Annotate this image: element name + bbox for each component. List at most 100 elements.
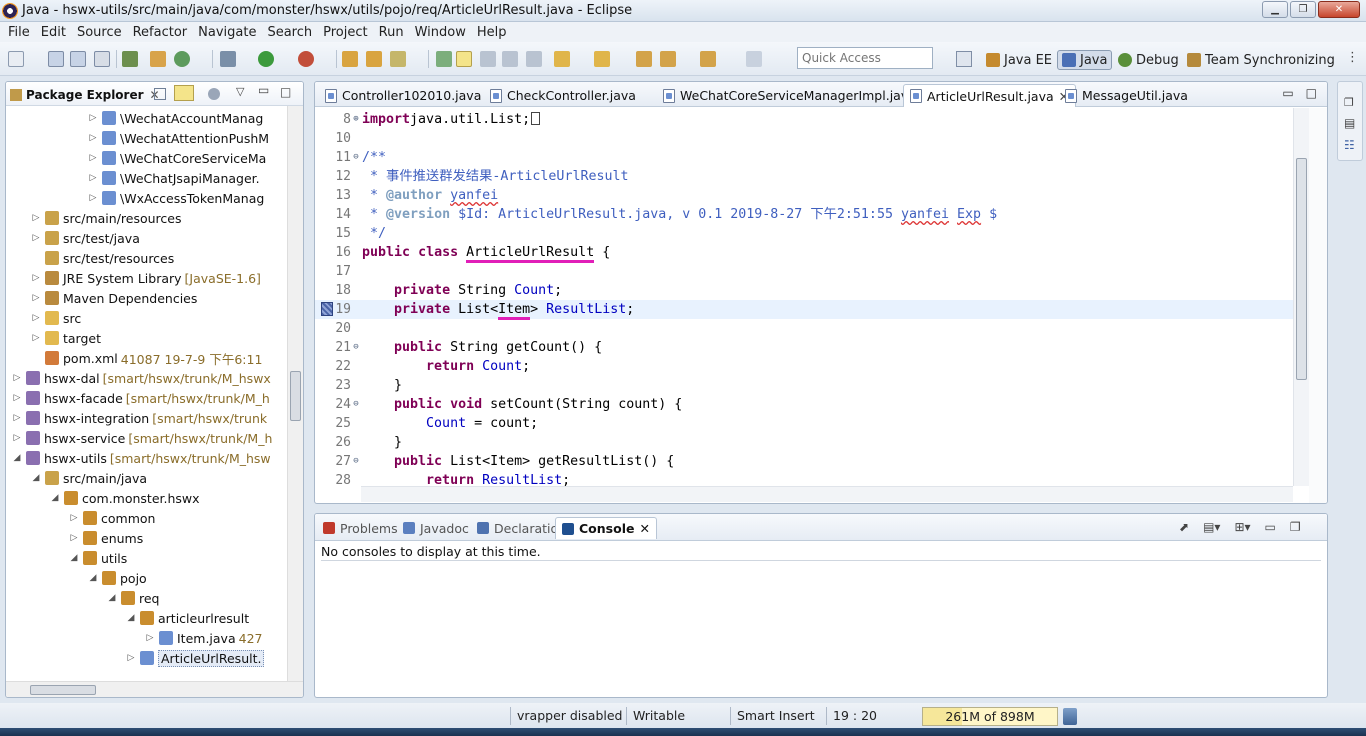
code-line[interactable]: 21 ⊖ public String getCount() { — [315, 338, 1293, 357]
menu-project[interactable]: Project — [319, 25, 374, 40]
tree-item[interactable]: ◢ hswx-utils [smart/hswx/trunk/M_hsw — [11, 448, 271, 468]
menu-refactor[interactable]: Refactor — [129, 25, 195, 40]
run-icon[interactable] — [258, 51, 274, 67]
maximize-button[interactable]: ❐ — [1290, 1, 1316, 18]
tree-toggle-icon[interactable]: ◢ — [11, 453, 23, 463]
tree-item[interactable]: ▷ src/test/java — [30, 228, 140, 248]
tree-item[interactable]: ▷ \WechatAccountManag — [87, 108, 264, 128]
task-list-icon[interactable]: ▤ — [1344, 116, 1355, 130]
save-all-icon[interactable] — [70, 51, 86, 67]
menu-run[interactable]: Run — [375, 25, 411, 40]
package-explorer-vertical-scrollbar[interactable] — [287, 106, 303, 681]
tree-item[interactable]: ▷ Item.java 427 — [144, 628, 263, 648]
toolbar-overflow-icon[interactable]: ⋮ — [1346, 50, 1359, 65]
new-icon[interactable] — [8, 51, 24, 67]
code-line[interactable]: 12 * 事件推送群发结果-ArticleUrlResult — [315, 167, 1293, 186]
tree-toggle-icon[interactable]: ▷ — [11, 373, 23, 383]
tree-item[interactable]: ▷ \WeChatJsapiManager. — [87, 168, 260, 188]
tree-item[interactable]: ▷ hswx-facade [smart/hswx/trunk/M_h — [11, 388, 270, 408]
heap-status[interactable]: 261M of 898M — [922, 707, 1058, 726]
display-console-icon[interactable]: ▤▾ — [1203, 520, 1220, 534]
tree-item[interactable]: ▷ Maven Dependencies — [30, 288, 198, 308]
code-line[interactable]: 20 — [315, 319, 1293, 338]
tree-item[interactable]: ◢ com.monster.hswx — [49, 488, 200, 508]
perspective-java[interactable]: Java — [1057, 50, 1113, 70]
code-line[interactable]: 14 * @version $Id: ArticleUrlResult.java… — [315, 205, 1293, 224]
tree-item[interactable]: ▷ \WeChatCoreServiceMa — [87, 148, 267, 168]
tree-toggle-icon[interactable]: ▷ — [144, 633, 156, 643]
menu-edit[interactable]: Edit — [37, 25, 73, 40]
quick-access-input[interactable] — [797, 47, 933, 69]
tree-item[interactable]: ▷ JRE System Library [JavaSE-1.6] — [30, 268, 261, 288]
save-icon[interactable] — [48, 51, 64, 67]
tree-toggle-icon[interactable]: ◢ — [49, 493, 61, 503]
menu-help[interactable]: Help — [473, 25, 514, 40]
overview-ruler[interactable] — [1309, 108, 1327, 503]
previous-edit-icon[interactable] — [594, 51, 610, 67]
editor-vertical-scrollbar[interactable] — [1293, 108, 1309, 486]
tree-toggle-icon[interactable]: ▷ — [87, 193, 99, 203]
maximize-view-icon[interactable]: ❐ — [1290, 520, 1301, 534]
editor-horizontal-scrollbar[interactable] — [361, 486, 1293, 502]
tree-item[interactable]: ▷ common — [68, 508, 156, 528]
tree-item[interactable]: ▷ hswx-integration [smart/hswx/trunk — [11, 408, 268, 428]
fold-toggle-icon[interactable]: ⊖ — [351, 148, 361, 167]
perspective-java-ee[interactable]: Java EE — [982, 50, 1056, 70]
restore-icon[interactable]: ❐ — [1344, 96, 1354, 109]
code-line[interactable]: 24 ⊖ public void setCount(String count) { — [315, 395, 1293, 414]
forward-icon[interactable] — [700, 51, 716, 67]
scrollbar-thumb[interactable] — [290, 371, 301, 421]
tree-toggle-icon[interactable]: ▷ — [11, 433, 23, 443]
build-icon[interactable] — [122, 51, 138, 67]
tab-console[interactable]: Console ✕ — [555, 517, 657, 539]
tree-toggle-icon[interactable]: ▷ — [30, 333, 42, 343]
tree-toggle-icon[interactable]: ▷ — [11, 393, 23, 403]
code-line[interactable]: 28 return ResultList; — [315, 471, 1293, 486]
open-folder-icon[interactable] — [366, 51, 382, 67]
tree-item[interactable]: ▷ hswx-service [smart/hswx/trunk/M_h — [11, 428, 273, 448]
tree-item[interactable]: pom.xml 41087 19-7-9 下午6:11 — [30, 348, 262, 368]
code-line[interactable]: 26 } — [315, 433, 1293, 452]
open-type-icon[interactable] — [342, 51, 358, 67]
tree-toggle-icon[interactable]: ▷ — [68, 513, 80, 523]
tree-toggle-icon[interactable]: ◢ — [125, 613, 137, 623]
pin-editor-icon[interactable] — [746, 51, 762, 67]
link-with-editor-icon[interactable] — [174, 85, 194, 101]
next-edit-icon[interactable] — [554, 51, 570, 67]
tree-toggle-icon[interactable]: ◢ — [87, 573, 99, 583]
code-line[interactable]: 15 */ — [315, 224, 1293, 243]
new-package-icon[interactable] — [150, 51, 166, 67]
tree-item[interactable]: ◢ utils — [68, 548, 128, 568]
tree-toggle-icon[interactable]: ▷ — [87, 113, 99, 123]
folded-import-icon[interactable] — [531, 112, 541, 125]
tree-item[interactable]: ▷ src/main/resources — [30, 208, 182, 228]
fold-toggle-icon[interactable]: ⊖ — [351, 395, 361, 414]
block-selection-icon[interactable] — [480, 51, 496, 67]
maximize-view-icon[interactable]: □ — [1306, 86, 1317, 100]
word-wrap-icon[interactable] — [526, 51, 542, 67]
tree-toggle-icon[interactable]: ▷ — [125, 653, 137, 663]
scrollbar-thumb[interactable] — [1296, 158, 1307, 380]
scrollbar-thumb[interactable] — [30, 685, 96, 695]
tree-toggle-icon[interactable]: ▷ — [11, 413, 23, 423]
tab-javadoc[interactable]: Javadoc — [397, 517, 475, 539]
fold-toggle-icon[interactable]: ⊖ — [351, 338, 361, 357]
garbage-collect-icon[interactable] — [1063, 708, 1077, 725]
external-tools-icon[interactable] — [298, 51, 314, 67]
menu-source[interactable]: Source — [73, 25, 129, 40]
editor-tab[interactable]: WeChatCoreServiceManagerImpl.java — [657, 84, 922, 107]
tree-item[interactable]: ◢ req — [106, 588, 160, 608]
code-area[interactable]: 8 ⊕ importjava.util.List; 10 11 ⊖/** 12 * 事件推送… — [315, 108, 1293, 486]
tree-toggle-icon[interactable]: ▷ — [87, 133, 99, 143]
tree-item[interactable]: ◢ src/main/java — [30, 468, 148, 488]
tree-toggle-icon[interactable]: ◢ — [30, 473, 42, 483]
refresh-icon[interactable] — [174, 51, 190, 67]
tree-item[interactable]: ▷ \WxAccessTokenManag — [87, 188, 265, 208]
code-line[interactable]: 8 ⊕ importjava.util.List; — [315, 110, 1293, 129]
maximize-view-icon[interactable]: □ — [280, 85, 291, 99]
editor-tab[interactable]: MessageUtil.java — [1059, 84, 1194, 107]
minimize-button[interactable]: ▁ — [1262, 1, 1288, 18]
tree-item[interactable]: ▷ hswx-dal [smart/hswx/trunk/M_hswx — [11, 368, 271, 388]
collapse-all-icon[interactable] — [154, 88, 166, 100]
debug-bug-icon[interactable] — [220, 51, 236, 67]
